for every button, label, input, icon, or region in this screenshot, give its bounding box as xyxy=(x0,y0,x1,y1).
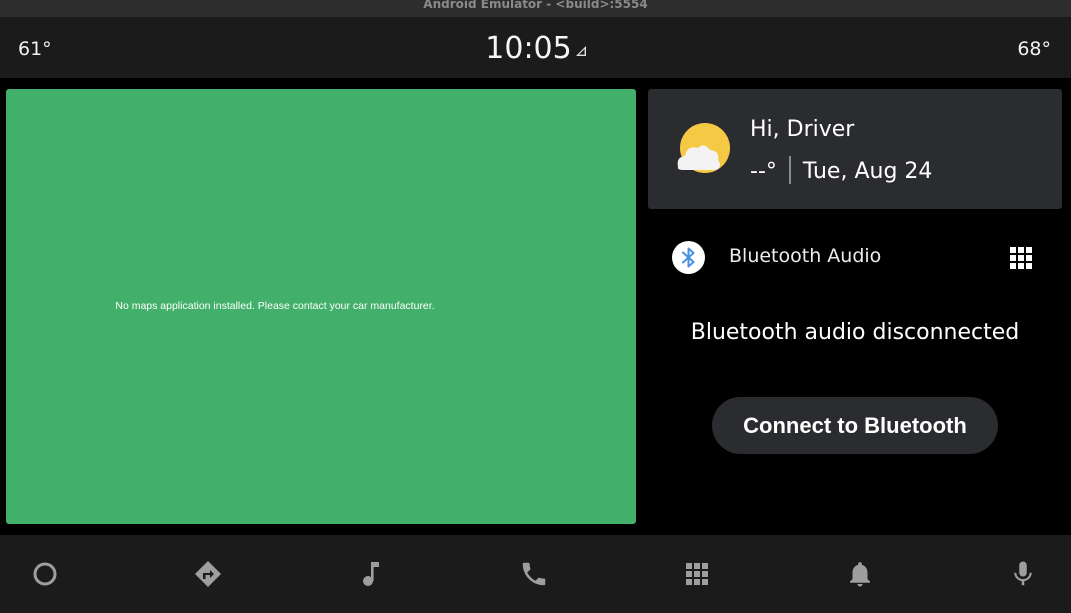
grid-icon xyxy=(1010,247,1032,269)
signal-icon xyxy=(575,46,586,58)
nav-voice-button[interactable] xyxy=(993,535,1053,613)
connect-bluetooth-button[interactable]: Connect to Bluetooth xyxy=(712,397,998,454)
current-temperature: --° xyxy=(750,159,777,184)
map-card[interactable]: No maps application installed. Please co… xyxy=(6,89,636,524)
nav-apps-button[interactable] xyxy=(667,535,727,613)
window-title-bar: Android Emulator - <build>:5554 xyxy=(0,0,1071,17)
bottom-navigation-bar xyxy=(0,535,1071,613)
greeting-title: Hi, Driver xyxy=(750,117,855,142)
notifications-icon xyxy=(850,562,870,587)
map-message: No maps application installed. Please co… xyxy=(115,300,435,312)
greeting-card[interactable]: Hi, Driver --° Tue, Aug 24 xyxy=(648,89,1062,209)
media-apps-button[interactable] xyxy=(1006,243,1036,273)
current-date: Tue, Aug 24 xyxy=(802,159,933,184)
phone-icon xyxy=(522,562,546,586)
media-source-title: Bluetooth Audio xyxy=(729,245,882,267)
apps-grid-icon xyxy=(686,563,708,585)
microphone-icon xyxy=(1014,561,1032,586)
passenger-temperature[interactable]: 68° xyxy=(1017,38,1051,60)
android-auto-home: Android Emulator - <build>:5554 61° 10:0… xyxy=(0,0,1071,613)
window-title: Android Emulator - <build>:5554 xyxy=(423,0,648,11)
status-bar: 61° 10:05 68° xyxy=(0,17,1071,78)
navigation-icon xyxy=(195,561,221,587)
bluetooth-icon xyxy=(672,241,705,274)
nav-music-button[interactable] xyxy=(341,535,401,613)
nav-notifications-button[interactable] xyxy=(830,535,890,613)
nav-home-button[interactable] xyxy=(15,535,75,613)
clock: 10:05 xyxy=(0,31,1071,66)
clock-time: 10:05 xyxy=(485,31,572,66)
home-icon xyxy=(33,562,57,586)
nav-phone-button[interactable] xyxy=(504,535,564,613)
music-icon xyxy=(363,562,379,586)
bluetooth-status: Bluetooth audio disconnected xyxy=(690,320,1020,345)
weather-line: --° Tue, Aug 24 xyxy=(750,156,932,184)
partly-cloudy-icon xyxy=(677,123,730,173)
separator xyxy=(788,156,791,184)
nav-navigation-button[interactable] xyxy=(178,535,238,613)
